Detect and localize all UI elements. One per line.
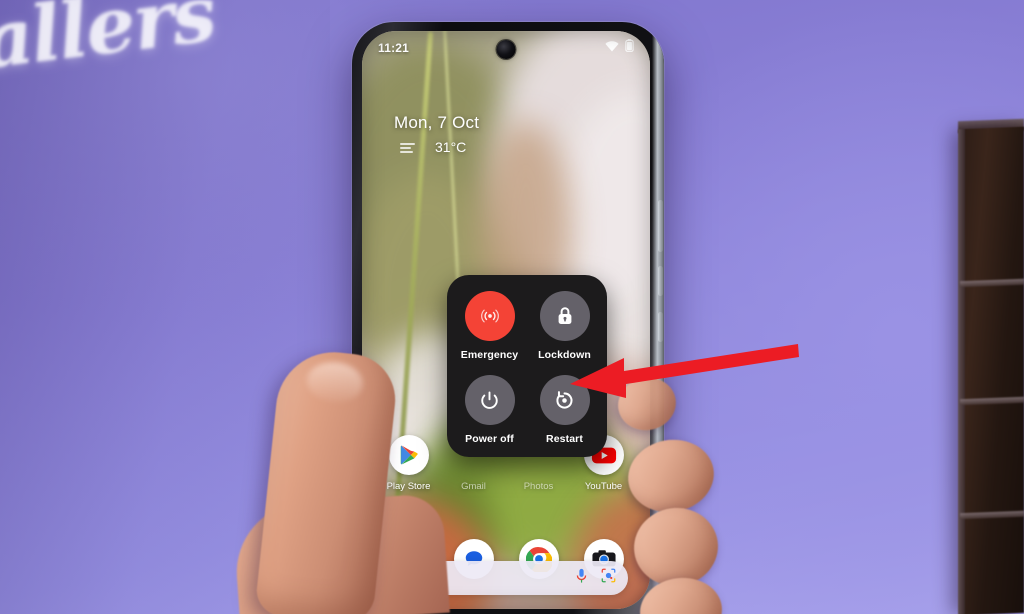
- app-label: YouTube: [584, 481, 623, 492]
- google-lens-icon[interactable]: [601, 568, 616, 588]
- power-button[interactable]: [658, 200, 663, 252]
- status-bar-time: 11:21: [378, 41, 410, 55]
- app-label: Play Store: [386, 481, 431, 492]
- lock-icon: [539, 291, 590, 341]
- app-label: Photos: [523, 481, 554, 492]
- screenshot-scene: allers 11:21 Mon, 7 Oct 31°C Play Store …: [0, 0, 1024, 614]
- power-menu-label: Power off: [465, 433, 514, 445]
- clock-weather-widget[interactable]: Mon, 7 Oct 31°C: [394, 113, 479, 155]
- power-menu-label: Restart: [546, 433, 583, 445]
- microphone-icon[interactable]: [575, 568, 588, 589]
- phone-screen: 11:21 Mon, 7 Oct 31°C Play Store Gmail P…: [362, 31, 650, 609]
- volume-up-button[interactable]: [658, 266, 663, 296]
- widget-temperature: 31°C: [435, 139, 467, 155]
- front-camera-punch-hole: [496, 40, 516, 59]
- app-play-store[interactable]: Play Store: [379, 435, 439, 492]
- smartphone: 11:21 Mon, 7 Oct 31°C Play Store Gmail P…: [352, 22, 664, 614]
- wifi-icon: [605, 39, 619, 57]
- power-menu-label: Emergency: [460, 349, 519, 361]
- annotation-arrow: [570, 340, 800, 405]
- power-icon: [464, 375, 515, 425]
- wooden-shelf: [958, 126, 1024, 614]
- volume-down-button[interactable]: [658, 312, 663, 342]
- power-menu-power-off[interactable]: Power off: [455, 375, 524, 445]
- battery-icon: [625, 39, 634, 57]
- power-menu-emergency[interactable]: Emergency: [455, 291, 524, 361]
- app-label: Gmail: [461, 481, 486, 492]
- play-store-icon: [388, 435, 429, 475]
- google-search-bar[interactable]: [384, 561, 628, 595]
- wall-shadow: [0, 0, 330, 614]
- emergency-broadcast-icon: [464, 291, 515, 341]
- google-g-icon: [396, 567, 413, 589]
- widget-date: Mon, 7 Oct: [394, 113, 480, 132]
- haze-icon: [400, 141, 416, 153]
